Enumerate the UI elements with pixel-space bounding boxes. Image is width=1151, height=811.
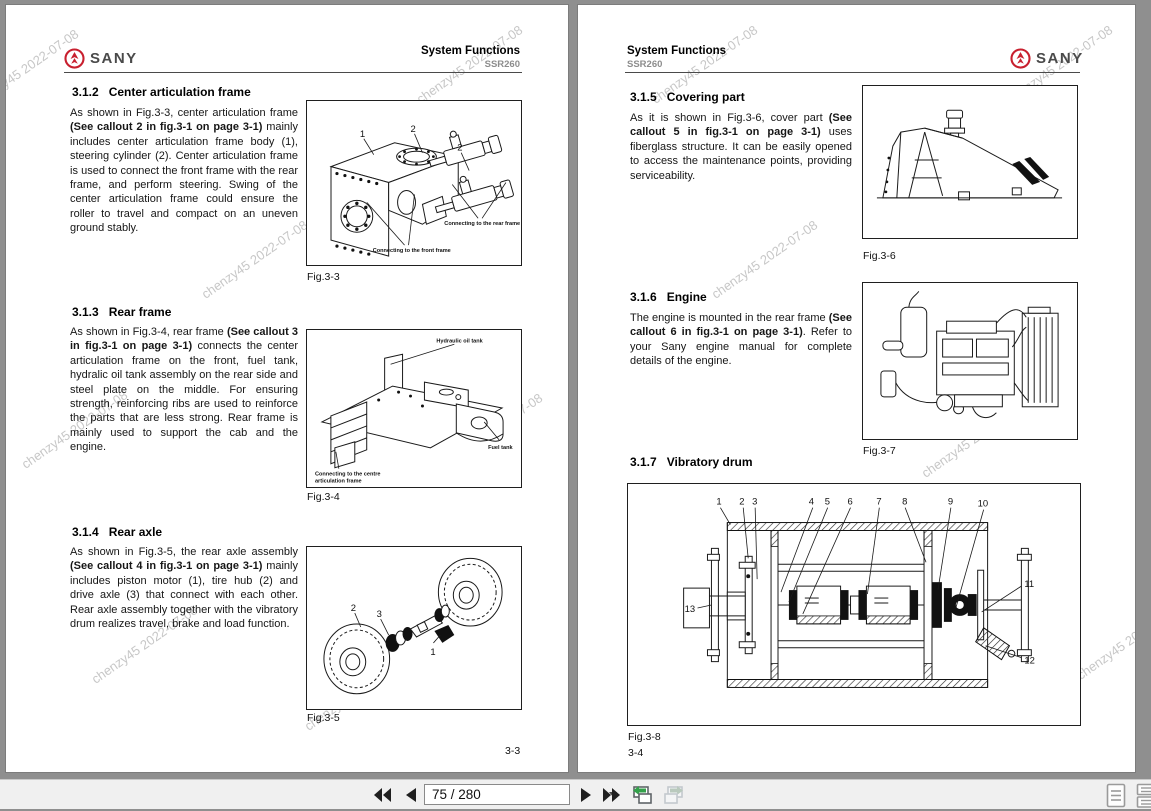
section-heading-3-1-6: 3.1.6Engine [630,290,707,304]
svg-text:Connecting to the front frame: Connecting to the front frame [373,248,451,254]
document-page-right: chenzy45 2022-07-08 chenzy45 2022-07-08 … [578,5,1135,772]
viewer-toolbar [0,779,1151,809]
sany-logo-icon [64,48,85,69]
figure-3-5-caption: Fig.3-5 [307,712,340,724]
figure-3-6-caption: Fig.3-6 [863,250,896,262]
svg-text:6: 6 [848,497,853,508]
section-heading-3-1-4: 3.1.4Rear axle [72,525,162,539]
page-number-left: 3-3 [505,745,520,757]
svg-text:2: 2 [739,497,744,508]
header-title: System Functions [627,45,726,57]
previous-page-icon [404,787,417,803]
svg-text:Hydraulic oil tank: Hydraulic oil tank [436,338,483,344]
sany-logo-text: SANY [1036,50,1084,67]
svg-text:1: 1 [430,647,435,658]
figure-3-3: 1 2 2 Connecting to the rear frame Conne… [306,100,522,266]
header-title: System Functions [421,45,520,57]
section-paragraph-3-1-2: As shown in Fig.3-3, center articulation… [70,106,298,236]
svg-text:Fuel tank: Fuel tank [488,445,513,451]
svg-text:3: 3 [377,609,382,620]
svg-text:2: 2 [457,143,462,154]
page-number-field [424,784,570,805]
single-page-layout-button[interactable] [1105,783,1127,808]
svg-text:13: 13 [685,604,696,615]
document-page-left: chenzy45 2022-07-08 chenzy45 2022-07-08 … [6,5,568,772]
page-number-right: 3-4 [628,747,643,759]
header-model: SSR260 [627,59,662,70]
svg-text:1: 1 [360,129,365,140]
previous-view-icon [630,784,654,806]
section-paragraph-3-1-6: The engine is mounted in the rear frame … [630,311,852,369]
last-page-button[interactable] [600,783,624,807]
section-paragraph-3-1-4: As shown in Fig.3-5, the rear axle assem… [70,545,298,631]
svg-text:5: 5 [825,497,830,508]
section-heading-3-1-2: 3.1.2Center articulation frame [72,85,251,99]
svg-text:1: 1 [716,497,721,508]
svg-text:2: 2 [411,124,416,135]
last-page-icon [602,787,622,803]
first-page-icon [372,787,392,803]
first-page-button[interactable] [370,783,394,807]
figure-3-4-caption: Fig.3-4 [307,491,340,503]
next-view-icon [662,784,686,806]
figure-3-8-caption: Fig.3-8 [628,731,661,743]
svg-text:8: 8 [902,497,907,508]
watermark: chenzy45 2022-07-08 [1074,598,1135,682]
section-paragraph-3-1-5: As it is shown in Fig.3-6, cover part (S… [630,111,852,183]
figure-3-6-drawing [863,86,1077,238]
next-page-button[interactable] [574,783,598,807]
sany-logo: SANY [1010,48,1084,69]
watermark: chenzy45 2022-07-08 [709,217,821,301]
svg-text:10: 10 [978,499,989,510]
pdf-viewer: { "watermark": { "text": "chenzy45 2022-… [0,0,1151,809]
section-heading-3-1-3: 3.1.3Rear frame [72,305,171,319]
sany-logo-text: SANY [90,50,138,67]
svg-text:Connecting to the centre: Connecting to the centre [315,472,381,478]
section-heading-3-1-5: 3.1.5Covering part [630,90,745,104]
section-paragraph-3-1-3: As shown in Fig.3-4, rear frame (See cal… [70,325,298,455]
figure-3-8: 1 2 3 4 5 6 7 8 9 10 11 12 13 [627,483,1081,726]
figure-3-3-drawing: 1 2 2 Connecting to the rear frame Conne… [307,101,521,265]
section-heading-3-1-7: 3.1.7Vibratory drum [630,455,753,469]
svg-text:2: 2 [351,603,356,614]
continuous-page-layout-button[interactable] [1135,783,1151,808]
figure-3-7 [862,282,1078,440]
next-view-button[interactable] [662,783,686,807]
svg-text:12: 12 [1024,656,1035,667]
sany-logo-icon [1010,48,1031,69]
figure-3-7-caption: Fig.3-7 [863,445,896,457]
svg-text:articulation frame: articulation frame [315,479,362,485]
svg-text:Connecting to the rear frame: Connecting to the rear frame [444,221,520,227]
header-rule [625,72,1080,73]
svg-text:11: 11 [1024,579,1034,590]
previous-view-button[interactable] [630,783,654,807]
figure-3-6 [862,85,1078,239]
single-page-layout-icon [1106,783,1126,808]
figure-3-7-drawing [863,283,1077,439]
continuous-page-layout-icon [1136,783,1151,808]
figure-3-4: Hydraulic oil tank Fuel tank Connecting … [306,329,522,488]
sany-logo: SANY [64,48,138,69]
header-model: SSR260 [485,59,520,70]
figure-3-5: 2 3 1 [306,546,522,710]
svg-text:3: 3 [752,497,757,508]
previous-page-button[interactable] [398,783,422,807]
svg-text:9: 9 [948,497,953,508]
figure-3-4-drawing: Hydraulic oil tank Fuel tank Connecting … [307,330,521,487]
svg-text:4: 4 [809,497,814,508]
header-rule [64,72,522,73]
svg-text:7: 7 [876,497,881,508]
next-page-icon [580,787,593,803]
figure-3-5-drawing: 2 3 1 [307,547,521,709]
figure-3-3-caption: Fig.3-3 [307,271,340,283]
figure-3-8-drawing: 1 2 3 4 5 6 7 8 9 10 11 12 13 [628,484,1080,725]
